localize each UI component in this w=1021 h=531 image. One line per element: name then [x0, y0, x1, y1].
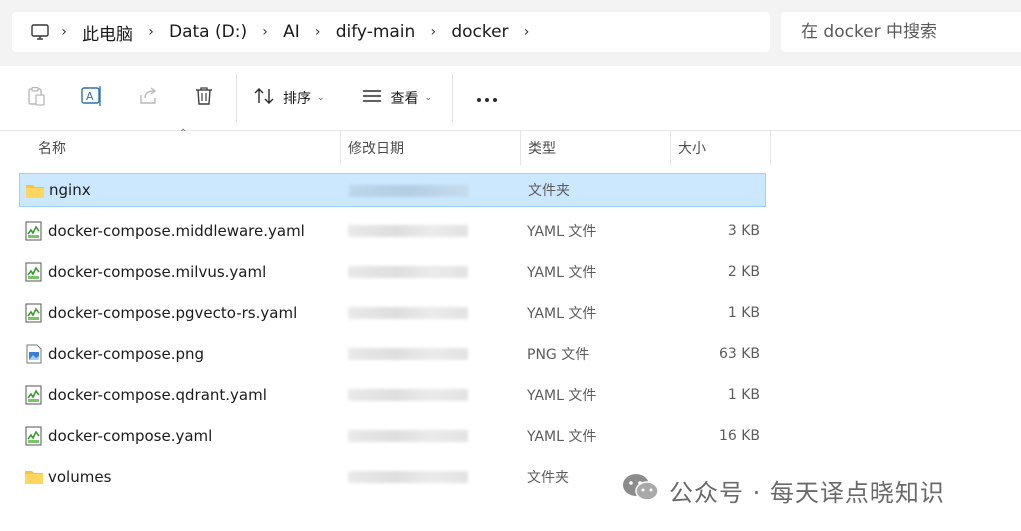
file-name: docker-compose.qdrant.yaml [48, 386, 267, 404]
file-size: 1 KB [727, 305, 760, 321]
chevron-right-icon[interactable]: › [306, 24, 330, 40]
command-toolbar: A 排序 ⌄ 查看 ⌄ [0, 66, 1021, 131]
breadcrumb-ai[interactable]: AI [277, 22, 306, 42]
column-divider[interactable] [670, 131, 671, 165]
wechat-icon [621, 471, 661, 509]
column-header-name[interactable]: 名称 [38, 131, 338, 165]
paste-button[interactable] [16, 78, 56, 118]
date-redacted [348, 307, 468, 319]
search-input[interactable] [799, 21, 1021, 43]
watermark: 公众号 · 每天译点晓知识 [621, 468, 945, 512]
folder-icon [25, 181, 45, 201]
file-name: docker-compose.yaml [48, 427, 213, 445]
column-header-size-label: 大小 [678, 141, 706, 157]
chevron-down-icon: ⌄ [424, 93, 433, 103]
file-type: YAML 文件 [527, 429, 597, 445]
address-bar[interactable]: › 此电脑 › Data (D:) › AI › dify-main › doc… [12, 12, 770, 52]
yaml-file-icon [24, 385, 44, 405]
paste-icon [25, 85, 47, 111]
file-type: YAML 文件 [527, 306, 597, 322]
file-row-docker-compose-png[interactable]: docker-compose.png PNG 文件 63 KB [19, 337, 766, 371]
file-name: nginx [49, 181, 91, 199]
file-row-docker-compose-middleware[interactable]: docker-compose.middleware.yaml YAML 文件 3… [19, 214, 766, 248]
rename-button[interactable]: A [72, 78, 112, 118]
column-header-type-label: 类型 [528, 141, 556, 157]
search-box[interactable] [781, 12, 1021, 52]
chevron-right-icon[interactable]: › [421, 24, 445, 40]
more-options-button[interactable] [467, 78, 507, 118]
date-redacted [348, 266, 468, 278]
file-name: docker-compose.png [48, 345, 205, 363]
rename-icon: A [80, 85, 104, 111]
column-divider[interactable] [520, 131, 521, 165]
date-redacted [348, 225, 468, 237]
view-button[interactable]: 查看 ⌄ [361, 78, 433, 118]
sort-label: 排序 [283, 91, 311, 107]
file-size: 1 KB [727, 387, 760, 403]
file-row-docker-compose-milvus[interactable]: docker-compose.milvus.yaml YAML 文件 2 KB [19, 255, 766, 289]
file-row-docker-compose-pgvecto-rs[interactable]: docker-compose.pgvecto-rs.yaml YAML 文件 1… [19, 296, 766, 330]
date-redacted [348, 389, 468, 401]
column-header-date-label: 修改日期 [348, 141, 404, 157]
chevron-right-icon[interactable]: › [253, 24, 277, 40]
column-header-date[interactable]: 修改日期 [348, 131, 518, 165]
file-type: PNG 文件 [527, 347, 590, 363]
file-name: volumes [48, 468, 112, 486]
file-explorer-window: › 此电脑 › Data (D:) › AI › dify-main › doc… [0, 0, 1021, 531]
date-redacted [349, 185, 469, 197]
column-header-size[interactable]: 大小 [678, 131, 768, 165]
breadcrumb-dify-main[interactable]: dify-main [330, 22, 422, 42]
breadcrumb-this-pc[interactable]: 此电脑 [76, 20, 139, 45]
date-redacted [348, 471, 468, 483]
yaml-file-icon [24, 262, 44, 282]
file-size: 63 KB [718, 346, 760, 362]
chevron-down-icon: ⌄ [317, 93, 325, 103]
chevron-right-icon[interactable]: › [139, 24, 163, 40]
column-divider[interactable] [340, 131, 341, 165]
yaml-file-icon [24, 221, 44, 241]
share-icon [137, 85, 159, 111]
view-label: 查看 [390, 91, 419, 107]
file-row-docker-compose-qdrant[interactable]: docker-compose.qdrant.yaml YAML 文件 1 KB [19, 378, 766, 412]
folder-icon [24, 467, 44, 487]
yaml-file-icon [24, 426, 44, 446]
image-file-icon [24, 344, 44, 364]
file-type: YAML 文件 [527, 265, 597, 281]
file-type: 文件夹 [528, 183, 570, 199]
address-region: › 此电脑 › Data (D:) › AI › dify-main › doc… [0, 0, 1021, 66]
more-icon [475, 89, 499, 108]
file-size: 3 KB [727, 223, 760, 239]
sort-button[interactable]: 排序 ⌄ [253, 78, 325, 118]
share-button[interactable] [128, 78, 168, 118]
column-header-type[interactable]: 类型 [528, 131, 668, 165]
date-redacted [348, 430, 468, 442]
svg-text:A: A [86, 90, 94, 103]
file-type: 文件夹 [527, 470, 569, 486]
breadcrumb-docker[interactable]: docker [445, 22, 514, 42]
file-size: 16 KB [718, 428, 760, 444]
toolbar-divider [452, 74, 454, 122]
file-type: YAML 文件 [527, 224, 597, 240]
chevron-right-icon[interactable]: › [52, 24, 76, 40]
file-type: YAML 文件 [527, 388, 597, 404]
watermark-text: 公众号 · 每天译点晓知识 [669, 478, 945, 507]
breadcrumb-data-drive[interactable]: Data (D:) [163, 22, 253, 42]
delete-button[interactable] [184, 78, 224, 118]
file-size: 2 KB [727, 264, 760, 280]
column-divider[interactable] [770, 131, 771, 165]
file-name: docker-compose.pgvecto-rs.yaml [48, 304, 298, 322]
file-row-nginx[interactable]: nginx 文件夹 [19, 173, 766, 207]
trash-icon [193, 85, 215, 111]
date-redacted [348, 348, 468, 360]
file-row-docker-compose-yaml[interactable]: docker-compose.yaml YAML 文件 16 KB [19, 419, 766, 453]
file-name: docker-compose.middleware.yaml [48, 222, 305, 240]
yaml-file-icon [24, 303, 44, 323]
sort-icon [253, 86, 275, 110]
file-name: docker-compose.milvus.yaml [48, 263, 267, 281]
computer-icon[interactable] [28, 20, 52, 44]
chevron-right-icon[interactable]: › [515, 24, 539, 40]
column-header-name-label: 名称 [38, 141, 66, 157]
view-list-icon [361, 86, 383, 110]
toolbar-divider [236, 74, 237, 122]
